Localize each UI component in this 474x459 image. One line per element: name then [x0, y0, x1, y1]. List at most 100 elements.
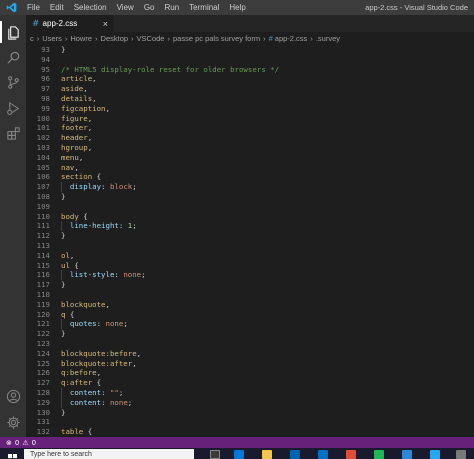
extensions-icon[interactable]	[4, 124, 22, 142]
code-line: 130}	[26, 408, 474, 418]
app-icon[interactable]	[346, 450, 356, 459]
task-view-icon[interactable]	[210, 450, 220, 459]
code-text: q {	[61, 309, 75, 319]
menu-view[interactable]: View	[112, 0, 139, 15]
code-text: q:before,	[61, 368, 102, 378]
code-line: 105 nav,	[26, 163, 474, 173]
line-number: 111	[36, 221, 50, 231]
line-number: 113	[36, 241, 50, 250]
code-line: 99 figcaption,	[26, 104, 474, 114]
indent-guide	[61, 319, 62, 330]
menu-run[interactable]: Run	[159, 0, 184, 15]
app-icon[interactable]	[402, 450, 412, 459]
chevron-right-icon: ›	[95, 34, 98, 43]
app-icon[interactable]	[456, 450, 466, 459]
menu-go[interactable]: Go	[139, 0, 160, 15]
close-icon[interactable]: ×	[103, 19, 108, 29]
taskbar-search-input[interactable]: Type here to search	[24, 449, 194, 459]
code-text: ul {	[61, 260, 79, 270]
file-explorer-icon[interactable]	[262, 450, 272, 459]
search-placeholder: Type here to search	[30, 450, 92, 458]
breadcrumb-item[interactable]: VSCode	[137, 34, 165, 43]
code-text: ol,	[61, 250, 75, 260]
indent-guide	[61, 397, 62, 408]
line-number: 116	[36, 270, 50, 280]
line-number: 96	[41, 74, 50, 84]
breadcrumb-item[interactable]: c	[30, 34, 34, 43]
menu-help[interactable]: Help	[224, 0, 250, 15]
store-icon[interactable]	[290, 450, 300, 459]
line-number: 104	[36, 152, 50, 162]
spotify-icon[interactable]	[374, 450, 384, 459]
run-debug-icon[interactable]	[4, 99, 22, 117]
code-text: figure,	[61, 113, 93, 123]
code-text: content: none;	[69, 397, 133, 407]
code-text: quotes: none;	[69, 319, 128, 329]
code-text: list-style: none;	[69, 270, 146, 280]
css-file-icon: #	[268, 34, 273, 43]
code-text: aside,	[61, 84, 88, 94]
breadcrumb-item[interactable]: Howre	[70, 34, 92, 43]
code-text: blockquote:after,	[61, 358, 137, 368]
account-icon[interactable]	[4, 387, 22, 405]
error-icon[interactable]: ⊗	[6, 439, 12, 447]
line-number: 128	[36, 388, 50, 397]
warning-count[interactable]: 0	[32, 439, 36, 447]
line-number: 98	[41, 94, 50, 103]
line-number: 120	[36, 309, 50, 319]
code-line: 112}	[26, 231, 474, 241]
menu-selection[interactable]: Selection	[69, 0, 112, 15]
windows-start-icon[interactable]	[8, 450, 17, 459]
tab-app-2-css[interactable]: # app-2.css ×	[26, 15, 114, 32]
code-text: q:after {	[61, 378, 102, 388]
line-number: 100	[36, 113, 50, 123]
title-bar: File Edit Selection View Go Run Terminal…	[0, 0, 474, 15]
line-number: 95	[41, 64, 50, 74]
code-line: 118	[26, 290, 474, 300]
explorer-icon[interactable]	[0, 21, 22, 43]
breadcrumb: c › Users › Howre › Desktop › VSCode › p…	[26, 32, 474, 45]
code-text: nav,	[61, 162, 79, 172]
code-line: 119 blockquote,	[26, 300, 474, 310]
window-title: app-2.css - Visual Studio Code	[365, 3, 468, 12]
code-text: body {	[61, 211, 88, 221]
code-text: figcaption,	[61, 103, 110, 113]
menu-edit[interactable]: Edit	[45, 0, 69, 15]
vscode-taskbar-icon[interactable]	[430, 450, 440, 459]
breadcrumb-item[interactable]: passe pc pals survey form	[173, 34, 260, 43]
breadcrumb-item[interactable]: app-2.css	[275, 34, 308, 43]
code-line: 102 header,	[26, 133, 474, 143]
breadcrumb-item[interactable]: .survey	[316, 34, 340, 43]
line-number: 122	[36, 329, 50, 339]
error-count[interactable]: 0	[15, 439, 19, 447]
search-icon[interactable]	[4, 48, 22, 66]
code-text: header,	[61, 133, 93, 143]
code-text: line-height: 1;	[69, 221, 137, 231]
code-line: 104 menu,	[26, 153, 474, 163]
breadcrumb-item[interactable]: Users	[42, 34, 62, 43]
line-number: 114	[36, 250, 50, 260]
mail-icon[interactable]	[318, 450, 328, 459]
settings-gear-icon[interactable]	[4, 413, 22, 431]
code-line: 95 /* HTML5 display-role reset for older …	[26, 65, 474, 75]
code-line: 122}	[26, 329, 474, 339]
code-editor[interactable]: 93} 94 95/* HTML5 display-role reset for o…	[26, 45, 474, 437]
line-number: 131	[36, 417, 50, 427]
line-number: 108	[36, 192, 50, 201]
source-control-icon[interactable]	[4, 73, 22, 91]
code-line: 131	[26, 417, 474, 427]
breadcrumb-item[interactable]: Desktop	[101, 34, 129, 43]
line-number: 105	[36, 162, 50, 172]
menu-file[interactable]: File	[22, 0, 45, 15]
line-number: 97	[41, 84, 50, 94]
menu-terminal[interactable]: Terminal	[184, 0, 224, 15]
line-number: 123	[36, 339, 50, 348]
chevron-right-icon: ›	[310, 34, 313, 43]
code-text: article,	[61, 74, 97, 84]
warning-icon[interactable]: ⚠	[22, 439, 28, 447]
code-line: 116 list-style: none;	[26, 270, 474, 281]
line-number: 129	[36, 397, 50, 407]
line-number: 130	[36, 407, 50, 417]
edge-browser-icon[interactable]	[234, 450, 244, 459]
code-line: 115 ul {	[26, 261, 474, 271]
